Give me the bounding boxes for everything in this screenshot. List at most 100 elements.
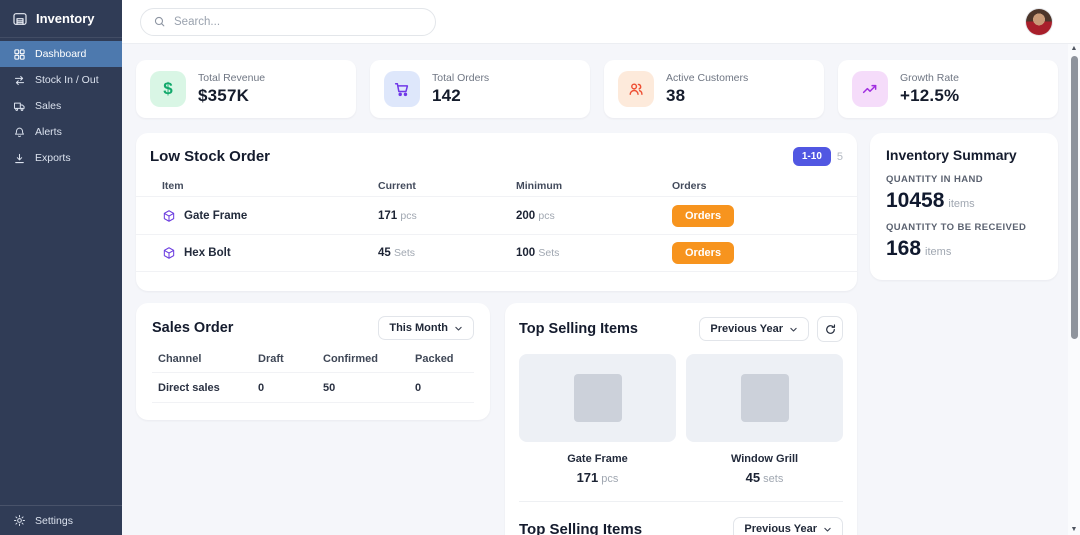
minimum-unit: pcs	[538, 210, 554, 222]
sidebar-item-sales[interactable]: Sales	[0, 93, 122, 119]
metric-unit: items	[925, 246, 951, 258]
product-image-placeholder	[519, 354, 676, 442]
sidebar-item-label: Settings	[35, 515, 73, 527]
search-icon	[153, 15, 166, 28]
orders-button[interactable]: Orders	[672, 242, 734, 264]
topbar	[122, 0, 1080, 44]
product-image-placeholder	[686, 354, 843, 442]
stat-label: Active Customers	[666, 72, 748, 84]
item-name: Hex Bolt	[184, 247, 231, 259]
product-card: Gate Frame 171pcs	[519, 354, 676, 485]
col-confirmed: Confirmed	[323, 353, 415, 365]
table-row: Direct sales 0 50 0	[152, 372, 474, 403]
sidebar-item-settings[interactable]: Settings	[0, 506, 122, 535]
sidebar-nav: Dashboard Stock In / Out Sales	[0, 38, 122, 505]
channel-name: Direct sales	[158, 382, 258, 394]
customers-icon	[618, 71, 654, 107]
scroll-up-arrow[interactable]: ▲	[1071, 44, 1078, 53]
low-stock-panel: Low Stock Order 1-10 5 Item Current Mini…	[136, 133, 857, 291]
sidebar: Inventory Dashboard Stock In / Out	[0, 0, 122, 535]
sidebar-item-exports[interactable]: Exports	[0, 145, 122, 171]
row-low-stock: Low Stock Order 1-10 5 Item Current Mini…	[136, 133, 1058, 291]
scroll-down-arrow[interactable]: ▼	[1071, 525, 1078, 534]
product-qty: 45sets	[686, 470, 843, 485]
current-qty: 45	[378, 247, 391, 259]
stat-card-active-customers: Active Customers 38	[604, 60, 824, 118]
stat-value: $357K	[198, 86, 265, 106]
sidebar-item-label: Alerts	[35, 126, 62, 138]
chevron-down-icon	[454, 324, 463, 333]
user-avatar[interactable]	[1026, 9, 1052, 35]
metric-unit: items	[948, 198, 974, 210]
bell-icon	[13, 126, 26, 139]
packed-count: 0	[415, 382, 468, 394]
refresh-icon	[824, 323, 837, 336]
stat-label: Total Orders	[432, 72, 489, 84]
dollar-icon: $	[150, 71, 186, 107]
sidebar-item-dashboard[interactable]: Dashboard	[0, 41, 122, 67]
minimum-unit: Sets	[538, 247, 559, 259]
stat-value: 142	[432, 86, 489, 106]
draft-count: 0	[258, 382, 323, 394]
top-selling-title: Top Selling Items	[519, 321, 638, 337]
col-packed: Packed	[415, 353, 468, 365]
minimum-qty: 200	[516, 210, 535, 222]
cart-icon	[384, 71, 420, 107]
current-unit: pcs	[400, 210, 416, 222]
chevron-down-icon	[789, 325, 798, 334]
low-stock-title: Low Stock Order	[150, 148, 270, 165]
package-icon	[162, 209, 176, 223]
col-item: Item	[162, 172, 378, 192]
sales-truck-icon	[13, 100, 26, 113]
brand: Inventory	[0, 0, 122, 38]
gear-icon	[13, 514, 26, 527]
top-selling-panel: Top Selling Items Previous Year	[505, 303, 857, 535]
stat-card-total-revenue: $ Total Revenue $357K	[136, 60, 356, 118]
top-selling-second-filter-dropdown[interactable]: Previous Year	[733, 517, 843, 535]
product-unit: pcs	[601, 473, 618, 485]
scrollbar-thumb[interactable]	[1071, 56, 1078, 339]
table-row: Hex Bolt 45 Sets 100 Sets Orders	[136, 234, 857, 272]
brand-label: Inventory	[36, 11, 95, 26]
sales-order-title: Sales Order	[152, 320, 233, 336]
stat-card-growth-rate: Growth Rate +12.5%	[838, 60, 1058, 118]
col-minimum: Minimum	[516, 172, 672, 192]
inventory-summary-panel: Inventory Summary QUANTITY IN HAND 10458…	[870, 133, 1058, 280]
metric-label: QUANTITY TO BE RECEIVED	[886, 222, 1042, 233]
stat-card-total-orders: Total Orders 142	[370, 60, 590, 118]
top-selling-filter-dropdown[interactable]: Previous Year	[699, 317, 809, 341]
minimum-qty: 100	[516, 247, 535, 259]
chevron-down-icon	[823, 525, 832, 534]
row-sales-topselling: Sales Order This Month Channel Draft Con…	[136, 303, 1058, 535]
sidebar-item-label: Dashboard	[35, 48, 86, 60]
sales-order-filter-dropdown[interactable]: This Month	[378, 316, 474, 340]
metric-label: QUANTITY IN HAND	[886, 174, 1042, 185]
stock-in-out-icon	[13, 74, 26, 87]
sidebar-item-alerts[interactable]: Alerts	[0, 119, 122, 145]
page-next-label: 5	[837, 151, 843, 163]
inventory-summary-title: Inventory Summary	[886, 147, 1042, 163]
item-name: Gate Frame	[184, 210, 247, 222]
current-qty: 171	[378, 210, 397, 222]
sidebar-item-stock-in-out[interactable]: Stock In / Out	[0, 67, 122, 93]
stat-value: +12.5%	[900, 86, 959, 106]
vertical-scrollbar: ▲ ▼	[1068, 44, 1080, 535]
search-box[interactable]	[140, 8, 436, 36]
main-area: $ Total Revenue $357K Total Orders 142	[122, 0, 1080, 535]
refresh-button[interactable]	[817, 316, 843, 342]
product-name: Window Grill	[686, 453, 843, 465]
sidebar-item-label: Stock In / Out	[35, 74, 99, 86]
top-selling-products: Gate Frame 171pcs Window Grill 45sets	[519, 354, 843, 485]
orders-button[interactable]: Orders	[672, 205, 734, 227]
stat-value: 38	[666, 86, 748, 106]
product-name: Gate Frame	[519, 453, 676, 465]
confirmed-count: 50	[323, 382, 415, 394]
package-icon	[162, 246, 176, 260]
dashboard-icon	[13, 48, 26, 61]
trend-up-icon	[852, 71, 888, 107]
page-range-badge[interactable]: 1-10	[793, 147, 831, 166]
search-input[interactable]	[174, 16, 423, 28]
pagination: 1-10 5	[793, 147, 843, 166]
col-channel: Channel	[158, 353, 258, 365]
stat-label: Total Revenue	[198, 72, 265, 84]
